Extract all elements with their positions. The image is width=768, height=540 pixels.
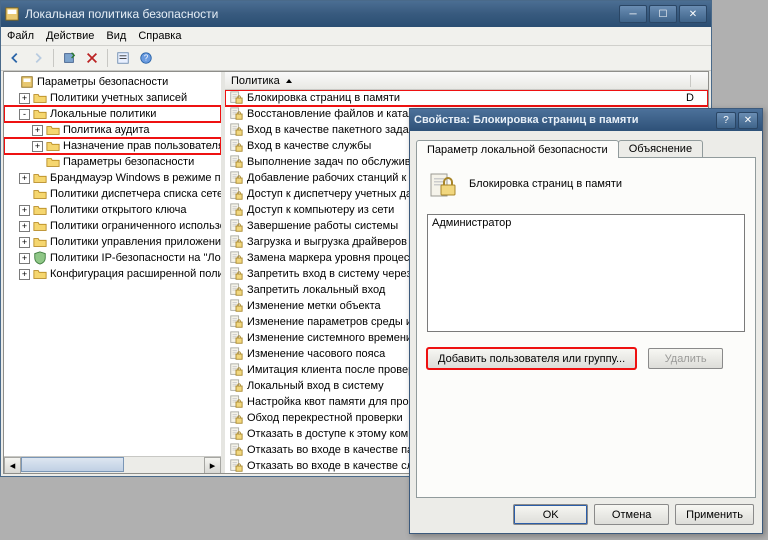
tree-root-label[interactable]: Параметры безопасности <box>37 76 168 88</box>
tree-item[interactable]: Параметры безопасности <box>4 154 221 170</box>
tree-item[interactable]: + Политика аудита <box>4 122 221 138</box>
main-window-title: Локальная политика безопасности <box>25 7 617 21</box>
tree-item-label: Конфигурация расширенной политики <box>50 268 221 280</box>
dialog-footer: OK Отмена Применить <box>410 504 762 533</box>
expand-toggle[interactable]: + <box>19 205 30 216</box>
tree-item-label: Политики управления приложениями <box>50 236 221 248</box>
tree-item-label: Политики открытого ключа <box>50 204 186 216</box>
policy-row[interactable]: Блокировка страниц в памятиD <box>225 90 708 106</box>
tree-item[interactable]: + Политики управления приложениями <box>4 234 221 250</box>
tab-explanation[interactable]: Объяснение <box>618 140 703 157</box>
expand-toggle[interactable]: - <box>19 109 30 120</box>
forward-button[interactable] <box>28 48 48 68</box>
tree-item-label: Политики ограниченного использования <box>50 220 221 232</box>
expand-toggle[interactable]: + <box>32 141 43 152</box>
expand-toggle[interactable]: + <box>19 269 30 280</box>
expand-toggle[interactable]: + <box>19 93 30 104</box>
menu-action[interactable]: Действие <box>46 30 94 42</box>
toolbar-separator <box>53 49 54 67</box>
dialog-title: Свойства: Блокировка страниц в памяти <box>414 114 714 126</box>
tree-item-label: Политики IP-безопасности на "Локаль <box>50 252 221 264</box>
column-policy[interactable]: Политика <box>225 75 691 87</box>
dialog-help-button[interactable]: ? <box>716 112 736 129</box>
policy-row-value: D <box>686 92 704 104</box>
tree-item[interactable]: - Локальные политики <box>4 106 221 122</box>
svg-text:?: ? <box>144 54 149 63</box>
dialog-close-button[interactable]: ✕ <box>738 112 758 129</box>
tree-item[interactable]: + Назначение прав пользователя <box>4 138 221 154</box>
help-icon[interactable]: ? <box>136 48 156 68</box>
maximize-button[interactable]: ☐ <box>649 5 677 23</box>
tree-item-label: Локальные политики <box>50 108 156 120</box>
menu-bar: Файл Действие Вид Справка <box>1 27 711 46</box>
menu-file[interactable]: Файл <box>7 30 34 42</box>
toolbar: ? <box>1 46 711 71</box>
policy-icon <box>427 168 459 200</box>
dialog-titlebar[interactable]: Свойства: Блокировка страниц в памяти ? … <box>410 109 762 131</box>
cancel-button[interactable]: Отмена <box>594 504 669 525</box>
tree-hscrollbar[interactable]: ◂ ▸ <box>4 456 221 473</box>
tree-item-label: Брандмауэр Windows в режиме повыше <box>50 172 221 184</box>
back-button[interactable] <box>5 48 25 68</box>
column-policy-label: Политика <box>231 75 280 87</box>
export-icon[interactable] <box>59 48 79 68</box>
policy-row-label: Блокировка страниц в памяти <box>247 92 686 104</box>
menu-help[interactable]: Справка <box>138 30 181 42</box>
dialog-tabs: Параметр локальной безопасности Объяснен… <box>410 131 762 157</box>
app-icon <box>5 7 19 21</box>
expand-toggle[interactable]: + <box>19 221 30 232</box>
tree-item[interactable]: Политики диспетчера списка сетей <box>4 186 221 202</box>
dialog-policy-name: Блокировка страниц в памяти <box>469 178 622 190</box>
tree-item[interactable]: + Политики IP-безопасности на "Локаль <box>4 250 221 266</box>
tab-local-security-setting[interactable]: Параметр локальной безопасности <box>416 140 619 158</box>
list-header[interactable]: Политика <box>225 72 708 90</box>
tree-item-label: Параметры безопасности <box>63 156 194 168</box>
properties-icon[interactable] <box>113 48 133 68</box>
ok-button[interactable]: OK <box>513 504 588 525</box>
tree-item-label: Политика аудита <box>63 124 149 136</box>
close-button[interactable]: ✕ <box>679 5 707 23</box>
sort-asc-icon <box>286 79 292 83</box>
tree-item[interactable]: + Политики учетных записей <box>4 90 221 106</box>
expand-toggle[interactable]: + <box>19 237 30 248</box>
tree-item[interactable]: + Политики открытого ключа <box>4 202 221 218</box>
users-listbox[interactable]: Администратор <box>427 214 745 332</box>
remove-button[interactable]: Удалить <box>648 348 723 369</box>
user-list-item[interactable]: Администратор <box>432 217 740 229</box>
add-user-group-button[interactable]: Добавить пользователя или группу... <box>427 348 636 369</box>
minimize-button[interactable]: ─ <box>619 5 647 23</box>
scroll-left-button[interactable]: ◂ <box>4 457 21 473</box>
delete-icon[interactable] <box>82 48 102 68</box>
menu-view[interactable]: Вид <box>106 30 126 42</box>
scroll-right-button[interactable]: ▸ <box>204 457 221 473</box>
tree-item-label: Политики диспетчера списка сетей <box>50 188 221 200</box>
security-tree[interactable]: Параметры безопасности + Политики учетных … <box>4 72 221 456</box>
tree-item[interactable]: + Конфигурация расширенной политики <box>4 266 221 282</box>
tree-item-label: Политики учетных записей <box>50 92 187 104</box>
tree-item[interactable]: + Политики ограниченного использования <box>4 218 221 234</box>
tree-item[interactable]: + Брандмауэр Windows в режиме повыше <box>4 170 221 186</box>
expand-toggle[interactable]: + <box>32 125 43 136</box>
expand-toggle[interactable]: + <box>19 173 30 184</box>
dialog-tab-panel: Блокировка страниц в памяти Администрато… <box>416 157 756 498</box>
properties-dialog: Свойства: Блокировка страниц в памяти ? … <box>409 108 763 534</box>
tree-item-label: Назначение прав пользователя <box>63 140 221 152</box>
toolbar-separator <box>107 49 108 67</box>
expand-toggle[interactable]: + <box>19 253 30 264</box>
tree-pane: Параметры безопасности + Политики учетных … <box>4 72 221 473</box>
apply-button[interactable]: Применить <box>675 504 754 525</box>
main-titlebar[interactable]: Локальная политика безопасности ─ ☐ ✕ <box>1 1 711 27</box>
